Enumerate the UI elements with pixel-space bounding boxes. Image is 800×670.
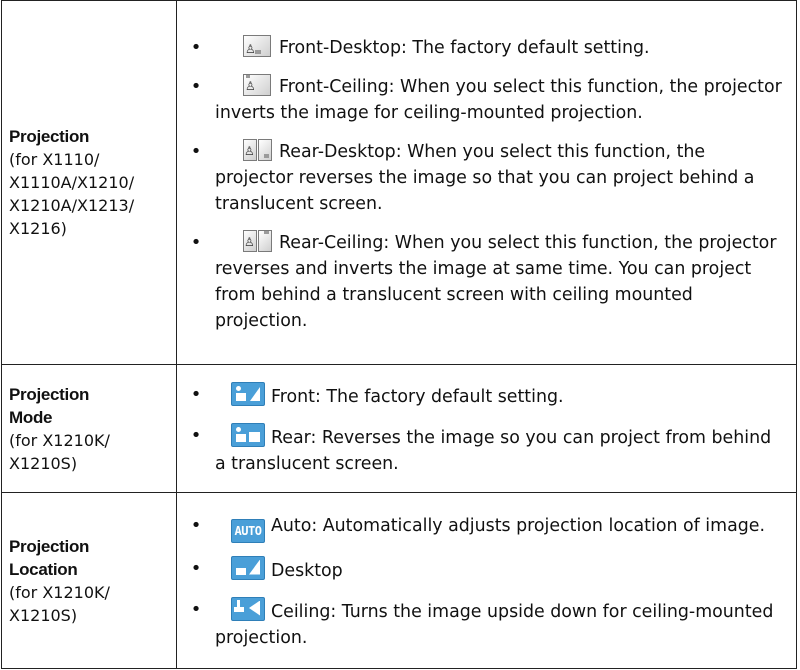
rear-mode-icon	[231, 423, 265, 447]
item-text: Front-Ceiling: When you select this func…	[215, 77, 782, 123]
row-title: Projection	[9, 536, 90, 556]
bullet: •	[190, 425, 202, 446]
table-row-projection-mode: Projection Mode (for X1210K/ X1210S) • F…	[1, 364, 797, 493]
bullet: •	[190, 232, 202, 253]
item-text: Rear-Desktop: When you select this funct…	[215, 142, 755, 214]
auto-icon: AUTO	[231, 518, 265, 543]
row-content-projection-mode: • Front: The factory default setting. •	[176, 364, 797, 493]
list-item: • ♙ Rear-Ceiling: When you select this f…	[177, 230, 786, 334]
row-subtitle-line: X1210S)	[9, 453, 78, 473]
front-desktop-icon: ♙	[231, 35, 273, 57]
list-item: • AUTO Auto: Automatically adjusts projec…	[177, 513, 786, 543]
row-subtitle-line: X1110A/X1210/	[9, 173, 135, 192]
row-subtitle-line: X1216)	[9, 219, 67, 238]
bullet: •	[190, 557, 202, 579]
row-label-projection: Projection (for X1110/ X1110A/X1210/ X12…	[1, 0, 177, 365]
row-label-projection-location: Projection Location (for X1210K/ X1210S)	[1, 492, 177, 669]
bullet: •	[190, 76, 202, 97]
bullet: •	[190, 141, 202, 162]
item-text: Ceiling: Turns the image upside down for…	[215, 601, 774, 648]
rear-desktop-icon: ♙	[231, 139, 273, 161]
bullet: •	[190, 37, 202, 58]
projection-settings-table: Projection (for X1110/ X1110A/X1210/ X12…	[1, 0, 797, 669]
table-row-projection: Projection (for X1110/ X1110A/X1210/ X12…	[1, 0, 797, 365]
item-text: Rear-Ceiling: When you select this funct…	[215, 233, 777, 331]
row-title: Projection	[9, 384, 90, 404]
row-subtitle-line: X1210A/X1213/	[9, 196, 135, 215]
list-item: • Desktop	[177, 555, 786, 584]
front-ceiling-icon: ♙	[231, 74, 273, 96]
list-item: • Front: The factory default setting.	[177, 382, 786, 410]
desktop-location-icon	[231, 555, 265, 580]
row-content-projection: • ♙ Front-Desktop: The factory default s…	[176, 0, 797, 365]
list-item: • Rear: Reverses the image so you can pr…	[177, 423, 786, 477]
row-title: Location	[9, 559, 78, 579]
rear-ceiling-icon: ♙	[231, 230, 273, 252]
ceiling-location-icon	[231, 596, 265, 621]
row-label-projection-mode: Projection Mode (for X1210K/ X1210S)	[1, 364, 177, 493]
bullet: •	[190, 384, 202, 405]
list-item: • ♙ Rear-Desktop: When you select this f…	[177, 139, 786, 217]
item-text: Front: The factory default setting.	[271, 387, 564, 407]
bullet: •	[190, 598, 202, 620]
list-item: • Ceiling: Turns the image upside down f…	[177, 596, 786, 651]
row-subtitle-line: X1210S)	[9, 605, 78, 625]
item-text: Rear: Reverses the image so you can proj…	[215, 428, 772, 474]
row-title: Mode	[9, 407, 53, 427]
row-subtitle-line: (for X1210K/	[9, 582, 110, 602]
list-item: • ♙ Front-Desktop: The factory default s…	[177, 35, 786, 61]
item-text: Auto: Automatically adjusts projection l…	[271, 515, 766, 536]
list-item: • ♙ Front-Ceiling: When you select this …	[177, 74, 786, 126]
table-row-projection-location: Projection Location (for X1210K/ X1210S)…	[1, 492, 797, 669]
front-mode-icon	[231, 382, 265, 406]
row-subtitle-line: (for X1210K/	[9, 430, 110, 450]
row-subtitle-line: (for X1110/	[9, 150, 100, 169]
row-content-projection-location: • AUTO Auto: Automatically adjusts projec…	[176, 492, 797, 669]
bullet: •	[190, 514, 202, 536]
row-title: Projection	[9, 127, 90, 146]
item-text: Front-Desktop: The factory default setti…	[279, 38, 650, 58]
item-text: Desktop	[271, 560, 343, 581]
